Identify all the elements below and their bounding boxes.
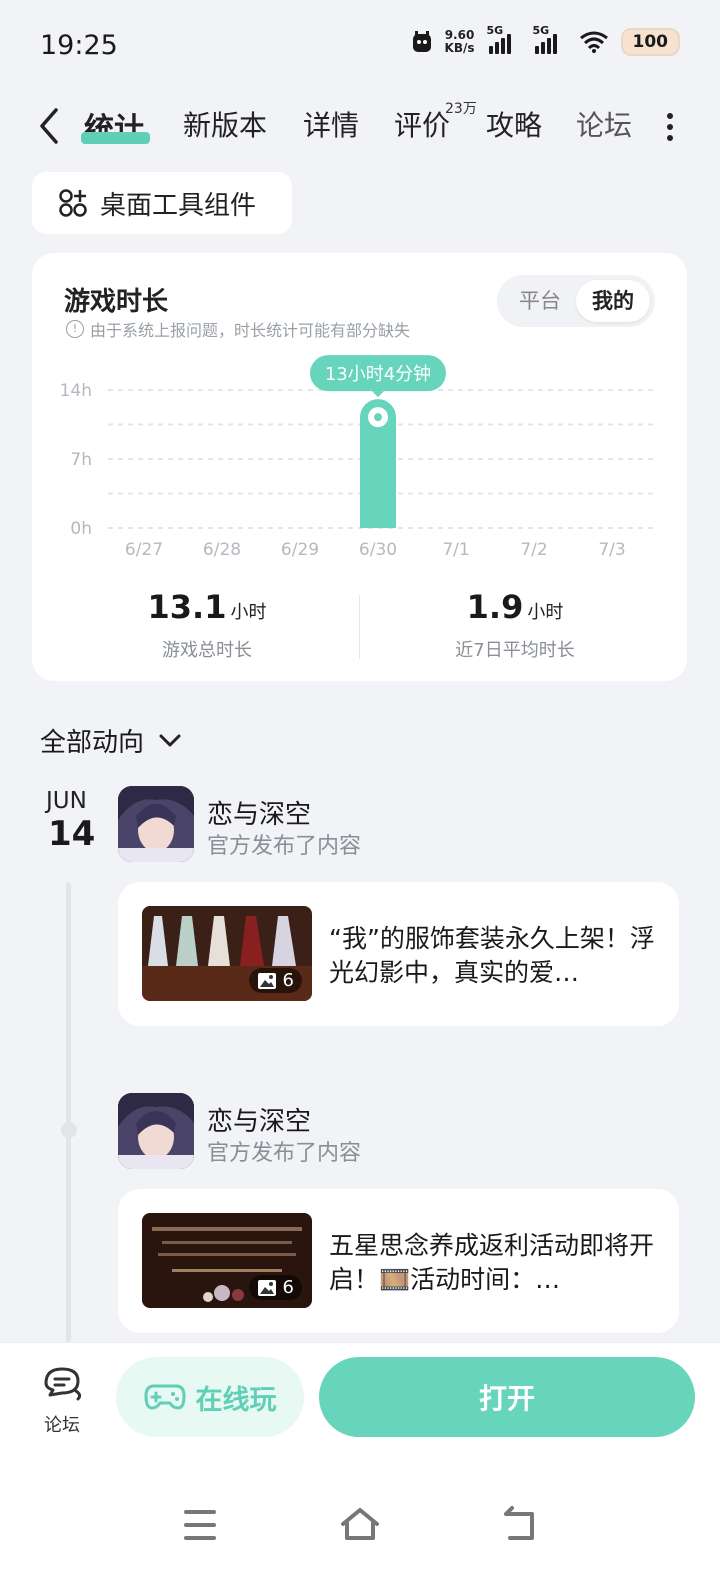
reviews-count-badge: 23万 bbox=[445, 101, 477, 117]
avatar[interactable] bbox=[118, 1093, 194, 1169]
widget-grid-icon bbox=[59, 189, 87, 217]
post-card[interactable]: 6 “我”的服饰套装永久上架！浮光幻影中，真实的爱… bbox=[118, 882, 679, 1026]
activity-filter-dropdown[interactable]: 全部动向 bbox=[40, 722, 182, 759]
battery-indicator: 100 bbox=[620, 28, 680, 56]
play-time-chart: 0h 7h 14h 6/27 6/28 6/29 6/30 13小时4分钟 7/1 7/2 7/3 bbox=[60, 355, 654, 560]
timeline-line bbox=[66, 882, 71, 1342]
wifi-icon bbox=[579, 31, 608, 53]
x-tick-label: 6/29 bbox=[281, 540, 319, 560]
desktop-widget-label: 桌面工具组件 bbox=[100, 190, 257, 221]
tab-forum[interactable]: 论坛 bbox=[576, 104, 632, 144]
post-author-name: 恋与深空 bbox=[207, 800, 312, 830]
highlight-tooltip-pointer bbox=[372, 391, 384, 398]
tab-guides[interactable]: 攻略 bbox=[486, 104, 542, 144]
notification-app-icon bbox=[412, 31, 431, 52]
status-time: 19:25 bbox=[40, 30, 118, 61]
forum-chat-icon bbox=[44, 1367, 82, 1401]
total-time-value: 13.1 bbox=[147, 588, 227, 626]
x-tick-label: 6/30 bbox=[359, 540, 397, 560]
x-tick-label: 7/1 bbox=[442, 540, 469, 560]
system-nav-bar bbox=[184, 1506, 534, 1540]
open-game-label: 打开 bbox=[478, 1382, 535, 1415]
image-count: 6 bbox=[282, 1277, 294, 1298]
menu-nav-icon[interactable] bbox=[184, 1510, 216, 1540]
y-tick-label: 7h bbox=[70, 450, 92, 470]
post-author-name: 恋与深空 bbox=[207, 1107, 312, 1137]
average-time-stat: 1.9 小时 近7日平均时长 bbox=[370, 588, 660, 662]
tab-details[interactable]: 详情 bbox=[303, 104, 359, 144]
stat-divider bbox=[359, 595, 360, 659]
date-day: 14 bbox=[48, 814, 96, 854]
image-count-badge: 6 bbox=[248, 968, 302, 993]
image-icon bbox=[257, 972, 276, 989]
total-time-unit: 小时 bbox=[230, 602, 267, 623]
average-time-label: 近7日平均时长 bbox=[455, 640, 575, 661]
top-tab-bar: 统计 新版本 详情 评价 攻略 论坛 bbox=[0, 98, 720, 158]
x-tick-label: 6/28 bbox=[203, 540, 241, 560]
more-options-icon[interactable] bbox=[660, 108, 680, 148]
forum-button[interactable]: 论坛 bbox=[36, 1363, 88, 1437]
date-month: JUN bbox=[46, 788, 87, 814]
avatar[interactable] bbox=[118, 786, 194, 862]
chevron-down-icon bbox=[159, 734, 181, 746]
timeline-dot bbox=[61, 1122, 77, 1138]
post-author-subtitle: 官方发布了内容 bbox=[207, 834, 362, 859]
post-text: “我”的服饰套装永久上架！浮光幻影中，真实的爱… bbox=[329, 924, 655, 987]
image-count-badge: 6 bbox=[248, 1275, 302, 1300]
post-author-row[interactable]: 恋与深空 官方发布了内容 bbox=[118, 1093, 678, 1171]
activity-filter-label: 全部动向 bbox=[40, 728, 145, 758]
post-thumbnail[interactable]: 6 bbox=[142, 906, 312, 1001]
play-time-card: 游戏时长 ! 由于系统上报问题，时长统计可能有部分缺失 平台 我的 0h 7h 14… bbox=[32, 253, 687, 681]
post-thumbnail[interactable]: 6 bbox=[142, 1213, 312, 1308]
cloud-play-button[interactable]: 在线玩 bbox=[116, 1357, 304, 1437]
home-nav-icon[interactable] bbox=[341, 1508, 379, 1540]
highlight-tooltip-label: 13小时4分钟 bbox=[325, 364, 431, 385]
status-icons: 9.60 KB/s 5G 5G 100 bbox=[411, 24, 680, 56]
open-game-button[interactable]: 打开 bbox=[319, 1357, 695, 1437]
network-speed-unit: KB/s bbox=[444, 41, 475, 55]
total-time-stat: 13.1 小时 游戏总时长 bbox=[62, 588, 352, 662]
x-tick-label: 7/3 bbox=[598, 540, 625, 560]
gamepad-icon bbox=[144, 1384, 185, 1410]
network-speed: 9.60 KB/s bbox=[445, 29, 475, 55]
status-bar: 19:25 9.60 KB/s 5G 5G 100 bbox=[0, 0, 720, 98]
x-tick-label: 6/27 bbox=[125, 540, 163, 560]
image-count: 6 bbox=[282, 970, 294, 991]
post-author-subtitle: 官方发布了内容 bbox=[207, 1141, 362, 1166]
y-tick-label: 14h bbox=[60, 381, 92, 401]
bar-marker-dot bbox=[374, 413, 382, 422]
signal-icon: 5G bbox=[487, 24, 521, 56]
post-card[interactable]: 6 五星思念养成返利活动即将开启！🎞️活动时间：… bbox=[118, 1189, 679, 1333]
back-arrow-icon[interactable] bbox=[30, 102, 70, 150]
tab-new-version[interactable]: 新版本 bbox=[183, 104, 267, 144]
back-nav-icon[interactable] bbox=[504, 1506, 534, 1540]
total-time-label: 游戏总时长 bbox=[162, 640, 252, 661]
post-author-row[interactable]: 恋与深空 官方发布了内容 bbox=[118, 786, 678, 864]
average-time-unit: 小时 bbox=[527, 602, 564, 623]
active-tab-indicator bbox=[81, 132, 150, 144]
forum-label: 论坛 bbox=[44, 1415, 80, 1436]
average-time-value: 1.9 bbox=[466, 588, 524, 626]
x-tick-label: 7/2 bbox=[520, 540, 547, 560]
signal-icon-2: 5G bbox=[533, 24, 567, 56]
cloud-play-label: 在线玩 bbox=[195, 1384, 277, 1416]
tab-reviews[interactable]: 评价 bbox=[394, 104, 450, 144]
post-text: 五星思念养成返利活动即将开启！🎞️活动时间：… bbox=[329, 1231, 655, 1294]
y-tick-label: 0h bbox=[70, 519, 92, 539]
desktop-widget-button[interactable]: 桌面工具组件 bbox=[32, 172, 292, 234]
image-icon bbox=[257, 1279, 276, 1296]
